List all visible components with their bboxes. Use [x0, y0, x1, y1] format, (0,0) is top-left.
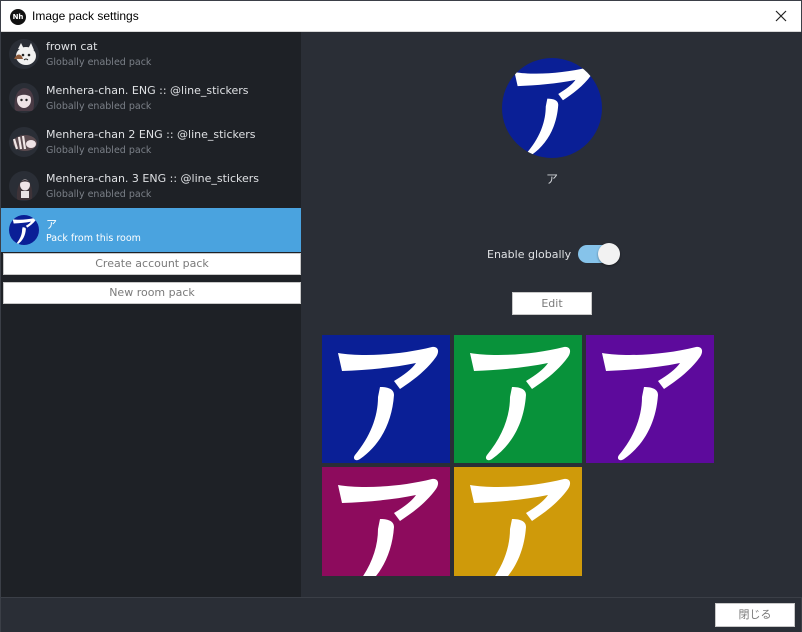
menhera-chan-avatar: [9, 83, 39, 113]
pack-item-menhera-chan-2[interactable]: Menhera-chan 2 ENG :: @line_stickers Glo…: [1, 120, 301, 164]
sticker-item[interactable]: [586, 335, 714, 463]
pack-detail-panel: ア Enable globally Edit: [302, 32, 802, 597]
pack-item-menhera-chan[interactable]: Menhera-chan. ENG :: @line_stickers Glob…: [1, 76, 301, 120]
pack-avatar-large[interactable]: [502, 58, 602, 158]
create-account-pack-button[interactable]: Create account pack: [3, 253, 301, 275]
menhera-chan-3-avatar: [9, 171, 39, 201]
image-pack-settings-window: Nh Image pack settings frown cat Globall: [0, 0, 802, 632]
pack-subtitle: Pack from this room: [46, 233, 141, 244]
pack-name: Menhera-chan. ENG :: @line_stickers: [46, 84, 249, 97]
window-title: Image pack settings: [32, 9, 139, 23]
dialog-footer: 閉じる: [1, 597, 801, 632]
window-close-button[interactable]: [761, 1, 801, 31]
pack-item-katakana-a[interactable]: ア Pack from this room: [1, 208, 301, 252]
frown-cat-avatar: [9, 39, 39, 69]
pack-subtitle: Globally enabled pack: [46, 145, 152, 156]
menhera-chan-2-avatar: [9, 127, 39, 157]
pack-subtitle: Globally enabled pack: [46, 57, 152, 68]
app-icon: Nh: [10, 9, 26, 25]
enable-globally-toggle[interactable]: [578, 243, 620, 265]
pack-title: ア: [545, 172, 558, 186]
close-dialog-button[interactable]: 閉じる: [715, 603, 795, 627]
pack-name: Menhera-chan 2 ENG :: @line_stickers: [46, 128, 256, 141]
title-bar: Nh Image pack settings: [1, 1, 801, 32]
pack-list-sidebar: frown cat Globally enabled pack Menhera-…: [1, 32, 301, 597]
pack-name: frown cat: [46, 40, 98, 53]
pack-item-menhera-chan-3[interactable]: Menhera-chan. 3 ENG :: @line_stickers Gl…: [1, 164, 301, 208]
pack-name: ア: [46, 218, 57, 231]
pack-name: Menhera-chan. 3 ENG :: @line_stickers: [46, 172, 260, 185]
enable-globally-label: Enable globally: [487, 248, 572, 261]
edit-button[interactable]: Edit: [512, 292, 592, 315]
pack-subtitle: Globally enabled pack: [46, 101, 152, 112]
sticker-item[interactable]: [454, 467, 582, 576]
pack-subtitle: Globally enabled pack: [46, 189, 152, 200]
sticker-item[interactable]: [322, 335, 450, 463]
sticker-item[interactable]: [322, 467, 450, 576]
katakana-a-avatar: [9, 215, 39, 245]
new-room-pack-button[interactable]: New room pack: [3, 282, 301, 304]
toggle-knob: [598, 243, 620, 265]
sticker-item[interactable]: [454, 335, 582, 463]
pack-item-frown-cat[interactable]: frown cat Globally enabled pack: [1, 32, 301, 76]
close-icon: [775, 10, 787, 22]
